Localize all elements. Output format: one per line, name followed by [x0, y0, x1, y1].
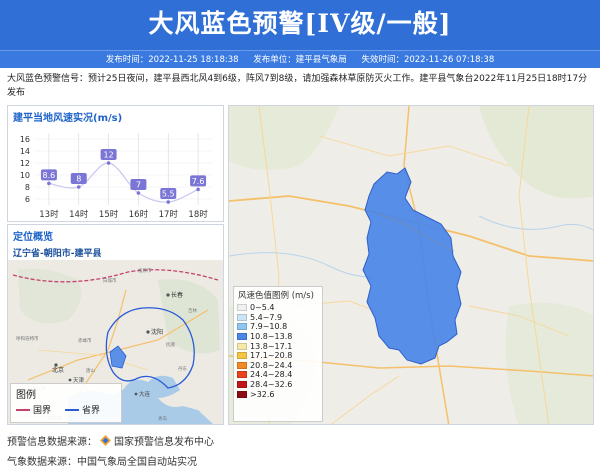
y-tick-label: 12	[20, 159, 30, 168]
legend-label: 24.4~28.4	[250, 370, 293, 380]
city-label: 大连	[139, 390, 151, 398]
place-label: 赤峰市	[78, 337, 92, 344]
location-title: 定位概览	[13, 232, 53, 243]
legend-row: 28.4~32.6	[234, 380, 322, 390]
y-tick-label: 6	[25, 195, 30, 204]
y-tick-label: 8	[25, 183, 30, 192]
y-tick-label: 16	[20, 135, 30, 144]
weather-source: 中国气象局全国自动站实况	[77, 457, 197, 468]
x-tick-label: 16时	[129, 209, 149, 220]
publisher: 发布单位：建平县气象局	[253, 55, 347, 65]
y-tick-label: 10	[20, 171, 30, 180]
province-border-label: 省界	[82, 406, 101, 416]
wind-speed-panel: 建平当地风速实况(m/s) 16 14 12 10 8 6 8.6 13时 8 14时 12 15时 7…	[7, 105, 224, 222]
legend-label: 28.4~32.6	[250, 380, 293, 390]
legend-swatch	[237, 381, 247, 389]
wind-speed-point	[166, 200, 171, 204]
weather-source-line: 气象数据来源：中国气象局全国自动站实况	[7, 453, 197, 468]
place-label: 青岛	[158, 415, 167, 422]
legend-row: 0~5.4	[234, 303, 322, 313]
legend-rows: 0~5.4 5.4~7.9 7.9~10.8 10.8~13.8 13.8~17.1 17…	[234, 303, 322, 399]
legend-swatch	[237, 390, 247, 398]
wind-speed-point	[136, 191, 141, 195]
legend-label: 5.4~7.9	[250, 312, 283, 322]
place-label: 唐山	[86, 367, 95, 374]
x-tick-label: 18时	[188, 209, 208, 220]
legend-swatch	[237, 304, 247, 312]
legend-row: 24.4~28.4	[234, 370, 322, 380]
expire-time: 失效时间：2022-11-26 07:18:38	[361, 55, 495, 65]
warning-source-line: 预警信息数据来源： 国家预警信息发布中心	[7, 433, 214, 449]
legend-row: 7.9~10.8	[234, 322, 322, 332]
place-label: 白城市	[103, 277, 117, 284]
wind-speed-point	[196, 187, 200, 192]
wind-speed-chart: 16 14 12 10 8 6 8.6 13时 8 14时 12 15时 7 16时 5.5 17时 7.6 18…	[20, 133, 213, 220]
legend-swatch	[237, 371, 247, 379]
warning-title: 大风蓝色预警[IV级/一般]	[148, 9, 452, 38]
legend-row: 13.8~17.1	[234, 341, 322, 351]
warning-meta-bar: 发布时间：2022-11-25 18:18:38 发布单位：建平县气象局 失效时…	[0, 50, 600, 68]
weather-source-label: 气象数据来源：	[7, 457, 77, 468]
legend-row: 20.8~24.4	[234, 361, 322, 371]
legend-label: 0~5.4	[250, 303, 275, 313]
city-label: 长春	[171, 291, 183, 299]
place-label: 松原市	[138, 267, 152, 274]
wind-speed-point	[76, 185, 81, 189]
data-label: 12	[103, 151, 113, 160]
legend-swatch	[237, 323, 247, 331]
legend-swatch	[237, 361, 247, 369]
legend-swatch	[237, 352, 247, 360]
national-border-swatch	[16, 408, 30, 411]
overview-legend-row: 国界 省界	[11, 401, 121, 418]
legend-label: 13.8~17.1	[250, 341, 293, 351]
overview-legend: 图例 国界 省界	[10, 383, 122, 423]
legend-row: 17.1~20.8	[234, 351, 322, 361]
warning-source-link[interactable]: 国家预警信息发布中心	[114, 437, 214, 448]
legend-swatch	[237, 342, 247, 350]
place-label: 呼和浩特市	[16, 335, 39, 342]
publish-time: 发布时间：2022-11-25 18:18:38	[105, 55, 239, 65]
wind-speed-color-legend: 风速色值图例 (m/s) 0~5.4 5.4~7.9 7.9~10.8 10.8~13…	[233, 286, 323, 422]
x-tick-label: 17时	[159, 209, 179, 220]
place-label: 丹东	[178, 365, 187, 372]
legend-swatch	[237, 313, 247, 321]
data-label: 8	[76, 175, 81, 184]
legend-label: 20.8~24.4	[250, 360, 293, 370]
wind-speed-point	[106, 161, 111, 165]
data-label: 8.6	[43, 171, 56, 180]
legend-row: >32.6	[234, 389, 322, 399]
legend-row: 10.8~13.8	[234, 332, 322, 342]
data-label: 5.5	[162, 190, 175, 199]
x-tick-label: 14时	[69, 209, 89, 220]
wind-speed-point	[47, 181, 51, 186]
legend-label: 7.9~10.8	[250, 322, 288, 332]
city-label: 北京	[52, 366, 64, 374]
overview-legend-title: 图例	[16, 390, 36, 401]
wind-panel-title: 建平当地风速实况(m/s)	[13, 113, 123, 124]
legend-label: 17.1~20.8	[250, 351, 293, 361]
map-legend-title: 风速色值图例 (m/s)	[238, 291, 314, 301]
y-tick-label: 14	[20, 147, 30, 156]
place-label: 吉林	[188, 307, 197, 314]
legend-row: 5.4~7.9	[234, 313, 322, 323]
city-label: 沈阳	[151, 328, 163, 336]
location-name: 辽宁省-朝阳市-建平县	[13, 249, 102, 259]
x-tick-label: 13时	[39, 209, 59, 220]
legend-label: >32.6	[250, 389, 275, 399]
province-border-swatch	[65, 408, 80, 411]
national-border-label: 国界	[33, 406, 52, 416]
data-label: 7	[136, 181, 141, 190]
warning-center-logo-icon	[100, 435, 111, 449]
x-tick-label: 15时	[99, 209, 119, 220]
legend-label: 10.8~13.8	[250, 332, 293, 342]
warning-description: 大风蓝色预警信号：预计25日夜间，建平县西北风4到6级，阵风7到8级，请加强森林…	[7, 74, 588, 98]
warning-source-label: 预警信息数据来源：	[7, 437, 97, 448]
warning-header: 大风蓝色预警[IV级/一般]	[0, 0, 600, 50]
data-label: 7.6	[192, 177, 205, 186]
legend-swatch	[237, 333, 247, 341]
place-label: 抚顺	[166, 341, 175, 348]
